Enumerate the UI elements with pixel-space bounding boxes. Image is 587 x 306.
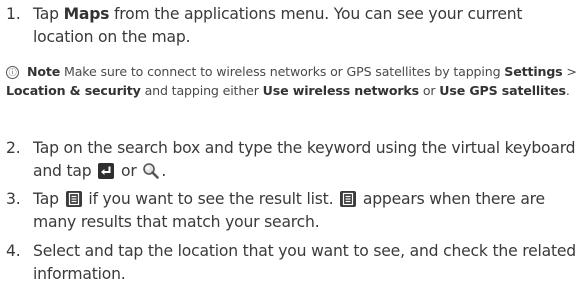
manual-page: 1. Tap Maps from the applications menu. … [0,0,587,306]
step-text-part: Tap [33,190,64,208]
note: ⓘ Note Make sure to connect to wireless n… [6,62,577,100]
step-text: Tap on the search box and type the keywo… [33,137,583,183]
step-4: 4. Select and tap the location that you … [6,240,583,286]
step-text-part: . [161,162,167,180]
list-view-icon [340,191,357,207]
step-text-part: Select and tap the location that you wan… [33,242,577,283]
use-gps-label: Use GPS satellites [439,83,566,98]
note-text: . [565,83,570,98]
search-magnifier-icon [142,162,160,180]
use-wireless-label: Use wireless networks [262,83,419,98]
step-3: 3. Tap if you want to see the result lis… [6,188,583,234]
note-label: Note [27,64,61,79]
step-text-part: if you want to see the result list. [83,190,339,208]
step-1: 1. Tap Maps from the applications menu. … [6,3,583,49]
step-text-part: or [116,162,142,180]
step-number: 3. [6,190,21,208]
note-text: Make sure to connect to wireless network… [60,64,505,79]
info-icon: ⓘ [6,66,19,79]
note-separator: > [562,64,577,79]
step-number: 4. [6,242,21,260]
note-text: or [419,83,440,98]
list-view-icon [65,191,82,207]
step-text-part: Tap [33,5,64,23]
maps-label: Maps [63,5,110,23]
settings-label: Settings [504,64,563,79]
enter-key-icon [98,163,115,179]
location-security-label: Location & security [6,83,141,98]
step-text: Select and tap the location that you wan… [33,240,583,286]
step-text: Tap Maps from the applications menu. You… [33,3,583,49]
step-text-part: Tap on the search box and type the keywo… [33,139,576,180]
step-number: 1. [6,5,21,23]
step-2: 2. Tap on the search box and type the ke… [6,137,583,183]
note-text: and tapping either [140,83,263,98]
step-text: Tap if you want to see the result list. … [33,188,583,234]
step-number: 2. [6,139,21,157]
